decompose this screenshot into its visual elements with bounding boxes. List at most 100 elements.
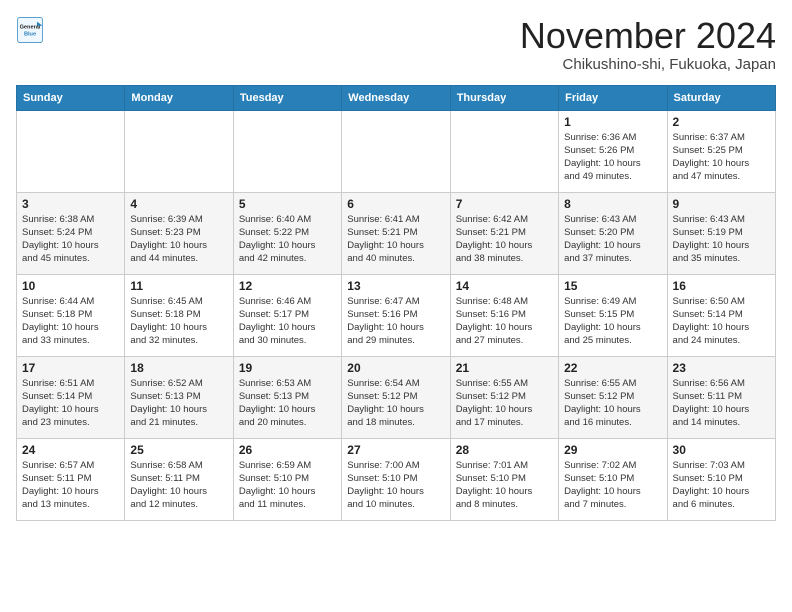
calendar-header-sunday: Sunday: [17, 85, 125, 110]
calendar-cell: 28 Sunrise: 7:01 AM Sunset: 5:10 PM Dayli…: [450, 438, 558, 520]
day-info: Sunrise: 6:51 AM Sunset: 5:14 PM Dayligh…: [22, 377, 119, 430]
calendar-cell: 20Sunrise: 6:54 AM Sunset: 5:12 PM Dayli…: [342, 356, 450, 438]
day-info: Sunrise: 6:55 AM Sunset: 5:12 PM Dayligh…: [456, 377, 553, 430]
calendar-cell: 10Sunrise: 6:44 AM Sunset: 5:18 PM Dayli…: [17, 274, 125, 356]
calendar-cell: 4 Sunrise: 6:39 AM Sunset: 5:23 PM Daylig…: [125, 192, 233, 274]
calendar-cell: 1Sunrise: 6:36 AM Sunset: 5:26 PM Daylig…: [559, 110, 667, 192]
day-number: 24: [22, 443, 119, 457]
day-info: Sunrise: 6:49 AM Sunset: 5:15 PM Dayligh…: [564, 295, 661, 348]
day-number: 18: [130, 361, 227, 375]
calendar-cell: [450, 110, 558, 192]
day-info: Sunrise: 6:39 AM Sunset: 5:23 PM Dayligh…: [130, 213, 227, 266]
day-number: 8: [564, 197, 661, 211]
calendar-header-friday: Friday: [559, 85, 667, 110]
day-number: 12: [239, 279, 336, 293]
calendar-cell: 2 Sunrise: 6:37 AM Sunset: 5:25 PM Daylig…: [667, 110, 775, 192]
calendar-week-4: 17 Sunrise: 6:51 AM Sunset: 5:14 PM Dayli…: [17, 356, 776, 438]
day-info: Sunrise: 6:36 AM Sunset: 5:26 PM Dayligh…: [564, 131, 661, 184]
day-number: 5: [239, 197, 336, 211]
location-subtitle: Chikushino-shi, Fukuoka, Japan: [520, 56, 776, 73]
calendar-cell: 13Sunrise: 6:47 AM Sunset: 5:16 PM Dayli…: [342, 274, 450, 356]
day-info: Sunrise: 6:42 AM Sunset: 5:21 PM Dayligh…: [456, 213, 553, 266]
day-number: 14: [456, 279, 553, 293]
calendar-week-1: 1Sunrise: 6:36 AM Sunset: 5:26 PM Daylig…: [17, 110, 776, 192]
calendar-cell: 22 Sunrise: 6:55 AM Sunset: 5:12 PM Dayli…: [559, 356, 667, 438]
day-info: Sunrise: 6:52 AM Sunset: 5:13 PM Dayligh…: [130, 377, 227, 430]
day-info: Sunrise: 7:02 AM Sunset: 5:10 PM Dayligh…: [564, 459, 661, 512]
day-info: Sunrise: 6:37 AM Sunset: 5:25 PM Dayligh…: [673, 131, 770, 184]
day-info: Sunrise: 7:01 AM Sunset: 5:10 PM Dayligh…: [456, 459, 553, 512]
calendar-cell: 27Sunrise: 7:00 AM Sunset: 5:10 PM Dayli…: [342, 438, 450, 520]
day-info: Sunrise: 6:56 AM Sunset: 5:11 PM Dayligh…: [673, 377, 770, 430]
day-info: Sunrise: 6:38 AM Sunset: 5:24 PM Dayligh…: [22, 213, 119, 266]
day-number: 4: [130, 197, 227, 211]
calendar-cell: 5 Sunrise: 6:40 AM Sunset: 5:22 PM Daylig…: [233, 192, 341, 274]
title-block: November 2024 Chikushino-shi, Fukuoka, J…: [520, 16, 776, 73]
calendar-cell: 21 Sunrise: 6:55 AM Sunset: 5:12 PM Dayli…: [450, 356, 558, 438]
day-number: 3: [22, 197, 119, 211]
day-info: Sunrise: 6:46 AM Sunset: 5:17 PM Dayligh…: [239, 295, 336, 348]
day-number: 27: [347, 443, 444, 457]
day-info: Sunrise: 6:43 AM Sunset: 5:20 PM Dayligh…: [564, 213, 661, 266]
day-number: 21: [456, 361, 553, 375]
calendar-header-monday: Monday: [125, 85, 233, 110]
day-info: Sunrise: 6:40 AM Sunset: 5:22 PM Dayligh…: [239, 213, 336, 266]
calendar-cell: 30 Sunrise: 7:03 AM Sunset: 5:10 PM Dayli…: [667, 438, 775, 520]
day-info: Sunrise: 6:47 AM Sunset: 5:16 PM Dayligh…: [347, 295, 444, 348]
calendar-cell: 7 Sunrise: 6:42 AM Sunset: 5:21 PM Daylig…: [450, 192, 558, 274]
calendar-cell: [125, 110, 233, 192]
calendar-cell: 8 Sunrise: 6:43 AM Sunset: 5:20 PM Daylig…: [559, 192, 667, 274]
day-number: 29: [564, 443, 661, 457]
calendar-cell: 18 Sunrise: 6:52 AM Sunset: 5:13 PM Dayli…: [125, 356, 233, 438]
calendar-table: SundayMondayTuesdayWednesdayThursdayFrid…: [16, 85, 776, 521]
day-number: 23: [673, 361, 770, 375]
day-number: 19: [239, 361, 336, 375]
calendar-header-saturday: Saturday: [667, 85, 775, 110]
calendar-cell: 11Sunrise: 6:45 AM Sunset: 5:18 PM Dayli…: [125, 274, 233, 356]
calendar-cell: 15 Sunrise: 6:49 AM Sunset: 5:15 PM Dayli…: [559, 274, 667, 356]
page-header: General Blue November 2024 Chikushino-sh…: [16, 16, 776, 73]
day-info: Sunrise: 6:53 AM Sunset: 5:13 PM Dayligh…: [239, 377, 336, 430]
calendar-cell: 19 Sunrise: 6:53 AM Sunset: 5:13 PM Dayli…: [233, 356, 341, 438]
calendar-cell: 9Sunrise: 6:43 AM Sunset: 5:19 PM Daylig…: [667, 192, 775, 274]
calendar-header-wednesday: Wednesday: [342, 85, 450, 110]
day-info: Sunrise: 6:41 AM Sunset: 5:21 PM Dayligh…: [347, 213, 444, 266]
day-number: 7: [456, 197, 553, 211]
day-number: 15: [564, 279, 661, 293]
calendar-cell: 3 Sunrise: 6:38 AM Sunset: 5:24 PM Daylig…: [17, 192, 125, 274]
calendar-cell: 12 Sunrise: 6:46 AM Sunset: 5:17 PM Dayli…: [233, 274, 341, 356]
day-info: Sunrise: 6:55 AM Sunset: 5:12 PM Dayligh…: [564, 377, 661, 430]
day-info: Sunrise: 6:57 AM Sunset: 5:11 PM Dayligh…: [22, 459, 119, 512]
calendar-cell: 24 Sunrise: 6:57 AM Sunset: 5:11 PM Dayli…: [17, 438, 125, 520]
calendar-header-thursday: Thursday: [450, 85, 558, 110]
calendar-cell: 23 Sunrise: 6:56 AM Sunset: 5:11 PM Dayli…: [667, 356, 775, 438]
calendar-cell: [233, 110, 341, 192]
day-number: 25: [130, 443, 227, 457]
calendar-cell: [342, 110, 450, 192]
calendar-cell: 25Sunrise: 6:58 AM Sunset: 5:11 PM Dayli…: [125, 438, 233, 520]
day-number: 9: [673, 197, 770, 211]
day-number: 28: [456, 443, 553, 457]
calendar-week-5: 24 Sunrise: 6:57 AM Sunset: 5:11 PM Dayli…: [17, 438, 776, 520]
day-number: 22: [564, 361, 661, 375]
day-number: 11: [130, 279, 227, 293]
calendar-cell: 16Sunrise: 6:50 AM Sunset: 5:14 PM Dayli…: [667, 274, 775, 356]
calendar-cell: 14 Sunrise: 6:48 AM Sunset: 5:16 PM Dayli…: [450, 274, 558, 356]
day-info: Sunrise: 6:50 AM Sunset: 5:14 PM Dayligh…: [673, 295, 770, 348]
calendar-cell: [17, 110, 125, 192]
calendar-header-row: SundayMondayTuesdayWednesdayThursdayFrid…: [17, 85, 776, 110]
svg-text:Blue: Blue: [24, 32, 36, 38]
calendar-cell: 17 Sunrise: 6:51 AM Sunset: 5:14 PM Dayli…: [17, 356, 125, 438]
day-number: 17: [22, 361, 119, 375]
day-number: 6: [347, 197, 444, 211]
day-info: Sunrise: 6:48 AM Sunset: 5:16 PM Dayligh…: [456, 295, 553, 348]
calendar-cell: 26Sunrise: 6:59 AM Sunset: 5:10 PM Dayli…: [233, 438, 341, 520]
day-info: Sunrise: 7:03 AM Sunset: 5:10 PM Dayligh…: [673, 459, 770, 512]
day-number: 26: [239, 443, 336, 457]
logo-icon: General Blue: [16, 16, 44, 44]
day-number: 2: [673, 115, 770, 129]
calendar-week-2: 3 Sunrise: 6:38 AM Sunset: 5:24 PM Daylig…: [17, 192, 776, 274]
month-title: November 2024: [520, 16, 776, 56]
day-number: 30: [673, 443, 770, 457]
calendar-body: 1Sunrise: 6:36 AM Sunset: 5:26 PM Daylig…: [17, 110, 776, 520]
